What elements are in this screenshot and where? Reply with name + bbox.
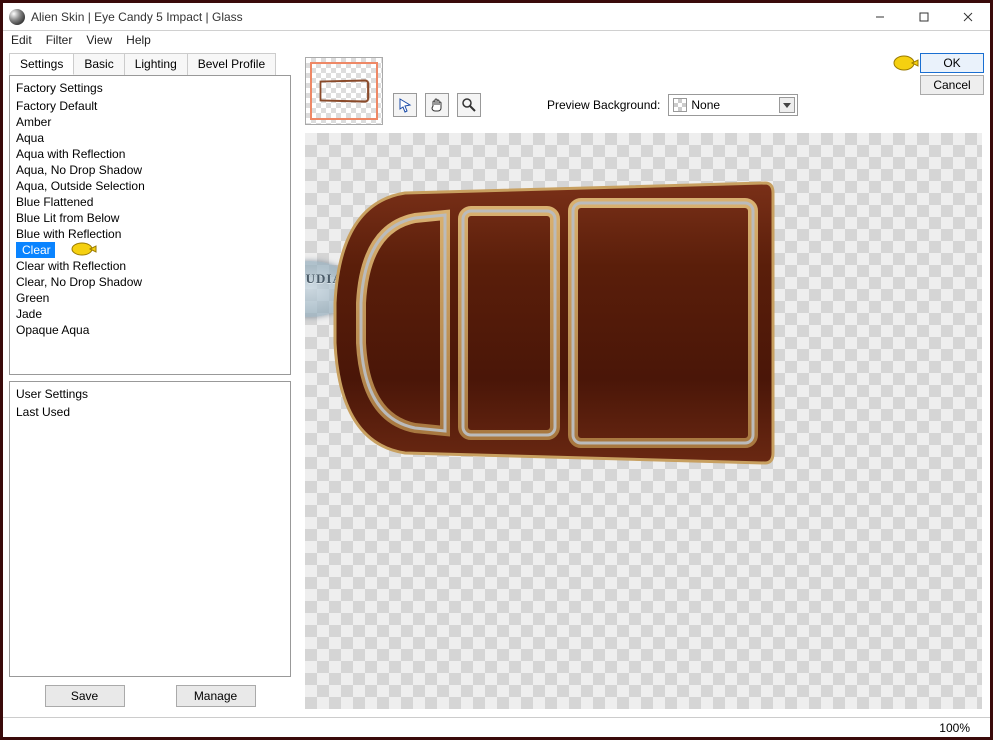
cancel-button[interactable]: Cancel [920, 75, 984, 95]
menu-edit[interactable]: Edit [11, 33, 32, 49]
menu-help[interactable]: Help [126, 33, 151, 49]
left-panel: Settings Basic Lighting Bevel Profile Fa… [3, 51, 297, 717]
menu-filter[interactable]: Filter [46, 33, 73, 49]
tab-basic[interactable]: Basic [73, 53, 124, 75]
titlebar: Alien Skin | Eye Candy 5 Impact | Glass [3, 3, 990, 31]
list-item[interactable]: Clear with Reflection [10, 258, 290, 274]
minimize-button[interactable] [858, 3, 902, 31]
user-header: User Settings [10, 384, 290, 404]
list-item[interactable]: Aqua, Outside Selection [10, 178, 290, 194]
window-title: Alien Skin | Eye Candy 5 Impact | Glass [31, 10, 858, 24]
preview-bg-value: None [691, 98, 720, 112]
manage-button[interactable]: Manage [176, 685, 256, 707]
list-item[interactable]: Jade [10, 306, 290, 322]
user-settings-list[interactable]: User Settings Last Used [9, 381, 291, 677]
ok-button[interactable]: OK [920, 53, 984, 73]
list-item[interactable]: Green [10, 290, 290, 306]
factory-header: Factory Settings [10, 78, 290, 98]
pointer-hand-icon [890, 53, 920, 76]
list-item[interactable]: Clear, No Drop Shadow [10, 274, 290, 290]
preview-bg-select[interactable]: None [668, 94, 798, 116]
status-bar: 100% [3, 717, 990, 737]
hand-tool-icon[interactable] [425, 93, 449, 117]
pointer-hand-icon [68, 240, 98, 261]
menubar: Edit Filter View Help [3, 31, 990, 51]
close-button[interactable] [946, 3, 990, 31]
tab-settings[interactable]: Settings [9, 53, 74, 75]
list-item[interactable]: Aqua with Reflection [10, 146, 290, 162]
tab-lighting[interactable]: Lighting [124, 53, 188, 75]
list-item[interactable]: Opaque Aqua [10, 322, 290, 338]
tab-bevel-profile[interactable]: Bevel Profile [187, 53, 276, 75]
zoom-tool-icon[interactable] [457, 93, 481, 117]
move-tool-icon[interactable] [393, 93, 417, 117]
list-item[interactable]: Last Used [10, 404, 290, 420]
list-item[interactable]: Blue with Reflection [10, 226, 290, 242]
list-item[interactable]: Amber [10, 114, 290, 130]
preview-shape [325, 173, 775, 473]
list-item[interactable]: Aqua, No Drop Shadow [10, 162, 290, 178]
app-icon [9, 9, 25, 25]
zoom-level: 100% [939, 721, 970, 735]
save-button[interactable]: Save [45, 685, 125, 707]
factory-settings-list[interactable]: Factory Settings Factory DefaultAmberAqu… [9, 75, 291, 375]
list-item[interactable]: Clear [16, 242, 55, 258]
right-panel: OK Cancel Preview Background: [297, 51, 990, 717]
dialog-buttons: OK Cancel [920, 53, 984, 95]
list-item[interactable]: Blue Flattened [10, 194, 290, 210]
settings-buttons: Save Manage [9, 677, 291, 711]
menu-view[interactable]: View [86, 33, 112, 49]
checker-swatch-icon [673, 98, 687, 112]
list-item[interactable]: Blue Lit from Below [10, 210, 290, 226]
preview-bg-label: Preview Background: [547, 98, 660, 112]
settings-tabs: Settings Basic Lighting Bevel Profile [9, 53, 291, 75]
preview-thumbnail[interactable] [305, 57, 383, 125]
chevron-down-icon [779, 97, 795, 113]
maximize-button[interactable] [902, 3, 946, 31]
list-item[interactable]: Factory Default [10, 98, 290, 114]
list-item[interactable]: Aqua [10, 130, 290, 146]
preview-canvas[interactable]: CLAUDIA [305, 133, 982, 709]
